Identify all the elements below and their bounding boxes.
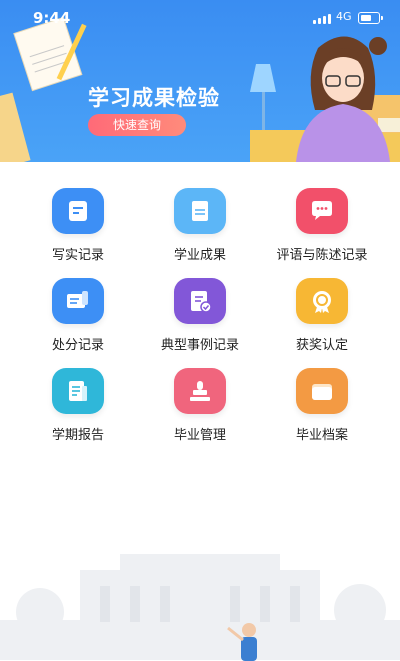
menu-item-2[interactable]: 学业成果 bbox=[136, 188, 264, 263]
menu-item-label: 评语与陈述记录 bbox=[276, 248, 368, 263]
signal-icon bbox=[313, 14, 333, 24]
campus-illustration bbox=[0, 554, 400, 661]
menu-item-label: 写实记录 bbox=[51, 248, 104, 263]
battery-icon bbox=[358, 12, 383, 24]
menu-item-label: 处分记录 bbox=[51, 338, 104, 353]
banner-title: 学习成果检验 bbox=[88, 86, 220, 110]
menu-item-4[interactable]: 处分记录 bbox=[14, 278, 142, 353]
menu-item-label: 毕业管理 bbox=[173, 428, 226, 443]
report-icon bbox=[52, 368, 104, 414]
banner[interactable]: 9:44 4G 学习成果检验 快速查询 bbox=[0, 0, 400, 162]
checklist-icon bbox=[174, 278, 226, 324]
menu-item-label: 获奖认定 bbox=[295, 338, 348, 353]
award-badge-icon bbox=[296, 278, 348, 324]
menu-item-label: 学业成果 bbox=[173, 248, 226, 263]
menu-item-label: 典型事例记录 bbox=[160, 338, 239, 353]
menu-item-1[interactable]: 写实记录 bbox=[14, 188, 142, 263]
status-time: 9:44 bbox=[33, 9, 71, 27]
stamp-icon bbox=[174, 368, 226, 414]
menu-item-label: 学期报告 bbox=[51, 428, 104, 443]
menu-item-9[interactable]: 毕业档案 bbox=[258, 368, 386, 443]
card-icon bbox=[52, 278, 104, 324]
menu-item-7[interactable]: 学期报告 bbox=[14, 368, 142, 443]
menu-item-6[interactable]: 获奖认定 bbox=[258, 278, 386, 353]
quick-query-button[interactable]: 快速查询 bbox=[88, 114, 186, 136]
menu-item-8[interactable]: 毕业管理 bbox=[136, 368, 264, 443]
edit-record-icon bbox=[52, 188, 104, 234]
chat-bubble-icon bbox=[296, 188, 348, 234]
status-bar: 9:44 4G bbox=[0, 0, 400, 34]
menu-item-3[interactable]: 评语与陈述记录 bbox=[258, 188, 386, 263]
menu-item-5[interactable]: 典型事例记录 bbox=[136, 278, 264, 353]
menu-item-label: 毕业档案 bbox=[295, 428, 348, 443]
network-type: 4G bbox=[336, 10, 352, 23]
folder-icon bbox=[296, 368, 348, 414]
document-icon bbox=[174, 188, 226, 234]
